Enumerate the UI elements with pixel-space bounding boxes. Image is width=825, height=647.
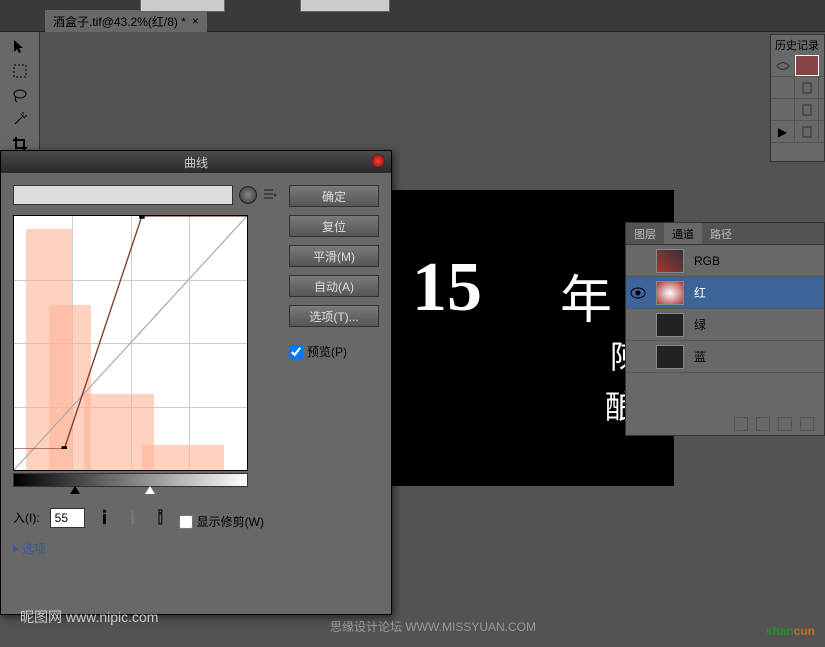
- channel-row-blue[interactable]: 蓝: [626, 341, 824, 373]
- white-point-slider[interactable]: [145, 486, 155, 494]
- channel-thumb-rgb: [656, 249, 684, 273]
- channel-name: 红: [690, 284, 824, 301]
- document-tab[interactable]: 酒盒子.tif@43.2%(红/8) * ×: [45, 10, 207, 32]
- history-snapshot-row[interactable]: [771, 55, 824, 77]
- close-button[interactable]: [371, 154, 385, 168]
- channel-row-green[interactable]: 绿: [626, 309, 824, 341]
- channel-name: 蓝: [690, 348, 824, 365]
- watermark-nipic: 昵图网 www.nipic.com: [20, 607, 158, 627]
- tool-panel: [0, 32, 40, 152]
- channel-row-red[interactable]: 红: [626, 277, 824, 309]
- history-active-icon: ▶: [771, 121, 795, 142]
- preview-checkbox[interactable]: [289, 345, 303, 359]
- channel-row-rgb[interactable]: RGB: [626, 245, 824, 277]
- input-value-field[interactable]: [50, 508, 85, 528]
- black-eyedropper-icon[interactable]: [95, 509, 113, 527]
- show-clipping-checkbox[interactable]: 显示修剪(W): [179, 513, 264, 530]
- new-channel-icon[interactable]: [778, 417, 792, 431]
- input-label: 入(I):: [13, 509, 40, 526]
- flyout-menu-icon[interactable]: [263, 187, 279, 203]
- stamp-number: 15: [412, 248, 482, 328]
- channel-name: RGB: [690, 254, 824, 268]
- history-step-row[interactable]: ▶: [771, 121, 824, 143]
- close-icon[interactable]: ×: [192, 14, 199, 28]
- document-tab-title: 酒盒子.tif@43.2%(红/8) *: [53, 13, 186, 30]
- history-step-row[interactable]: [771, 99, 824, 121]
- smooth-button[interactable]: 平滑(M): [289, 245, 379, 267]
- ok-button[interactable]: 确定: [289, 185, 379, 207]
- gray-eyedropper-icon[interactable]: [123, 509, 141, 527]
- move-tool-icon[interactable]: [8, 38, 32, 54]
- history-step-icon: [795, 121, 819, 142]
- history-step-icon: [795, 99, 819, 120]
- tab-layers[interactable]: 图层: [626, 223, 664, 244]
- stamp-year-char: 年: [560, 258, 612, 333]
- curve-line[interactable]: [14, 216, 247, 449]
- history-panel-title: 历史记录: [771, 35, 824, 55]
- channels-panel-footer: [626, 413, 824, 435]
- options-dropdown-2[interactable]: [300, 0, 390, 12]
- snapshot-brush-icon[interactable]: [771, 55, 795, 76]
- lasso-tool-icon[interactable]: [8, 87, 32, 103]
- channel-thumb-red: [656, 281, 684, 305]
- stamp-artwork: 15 年 陳 酿: [422, 228, 642, 448]
- panel-tabs: 图层 通道 路径: [626, 223, 824, 245]
- delete-channel-icon[interactable]: [800, 417, 814, 431]
- watermark-shancun: shancun: [766, 614, 815, 642]
- tab-channels[interactable]: 通道: [664, 223, 702, 244]
- auto-button[interactable]: 自动(A): [289, 275, 379, 297]
- curve-display-options-link[interactable]: 选项: [13, 540, 46, 557]
- load-selection-icon[interactable]: [734, 417, 748, 431]
- curves-graph[interactable]: [13, 215, 248, 471]
- workspace: 15 年 陳 酿 历史记录 ▶: [0, 32, 825, 647]
- channels-panel: 图层 通道 路径 RGB 红 绿 蓝: [625, 222, 825, 436]
- reset-button[interactable]: 复位: [289, 215, 379, 237]
- curves-preset-dropdown[interactable]: [13, 185, 233, 205]
- preset-menu-icon[interactable]: [239, 186, 257, 204]
- tab-paths[interactable]: 路径: [702, 223, 740, 244]
- options-dropdown-1[interactable]: [140, 0, 225, 12]
- curves-titlebar[interactable]: 曲线: [1, 151, 391, 173]
- options-button[interactable]: 选项(T)...: [289, 305, 379, 327]
- snapshot-thumb[interactable]: [795, 55, 819, 76]
- channel-thumb-blue: [656, 345, 684, 369]
- history-step-icon: [795, 77, 819, 98]
- marquee-tool-icon[interactable]: [8, 62, 32, 78]
- history-panel: 历史记录 ▶: [770, 34, 825, 162]
- white-eyedropper-icon[interactable]: [151, 509, 169, 527]
- preview-checkbox-row[interactable]: 预览(P): [289, 343, 379, 360]
- show-clipping-label: 显示修剪(W): [197, 513, 264, 530]
- curves-dialog: 曲线: [0, 150, 392, 615]
- preview-label: 预览(P): [307, 343, 347, 360]
- channel-name: 绿: [690, 316, 824, 333]
- options-bar: [0, 0, 825, 10]
- history-step-row[interactable]: [771, 77, 824, 99]
- channel-visibility-toggle[interactable]: [626, 287, 650, 299]
- document-tab-bar: 酒盒子.tif@43.2%(红/8) * ×: [0, 10, 825, 32]
- input-gradient-strip[interactable]: [13, 473, 248, 487]
- channel-thumb-green: [656, 313, 684, 337]
- curves-title: 曲线: [184, 154, 208, 171]
- save-selection-icon[interactable]: [756, 417, 770, 431]
- wand-tool-icon[interactable]: [8, 111, 32, 127]
- watermark-siyuan: 思缘设计论坛 WWW.MISSYUAN.COM: [330, 618, 536, 635]
- black-point-slider[interactable]: [70, 486, 80, 494]
